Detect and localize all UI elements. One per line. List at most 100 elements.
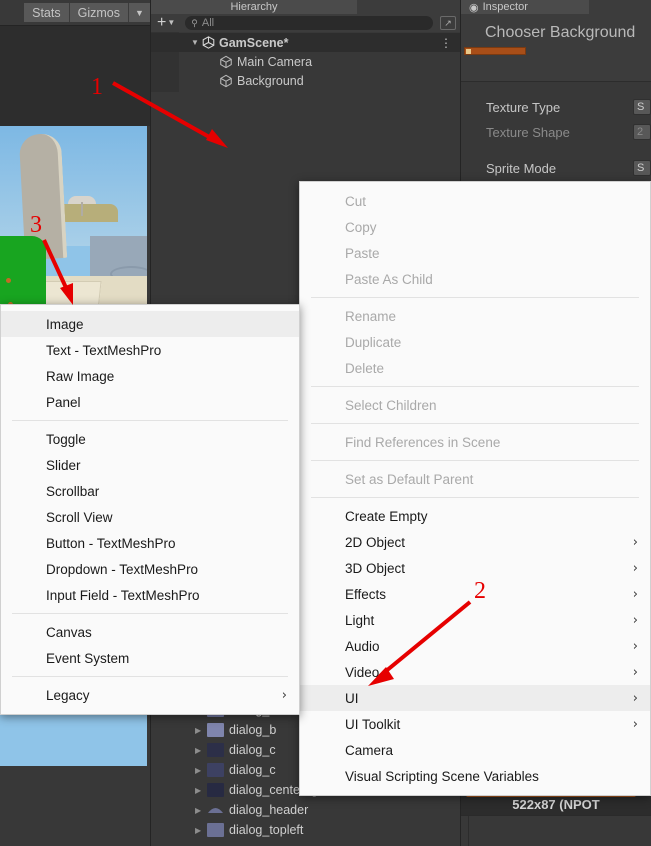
- chevron-right-icon[interactable]: ▶: [195, 806, 207, 815]
- menu-item-text-textmeshpro[interactable]: Text - TextMeshPro: [1, 337, 299, 363]
- tab-hierarchy[interactable]: Hierarchy: [151, 0, 357, 14]
- annotation-marker-2: 2: [474, 578, 486, 604]
- hierarchy-row-main-camera[interactable]: Main Camera: [151, 52, 460, 71]
- menu-item-scrollbar[interactable]: Scrollbar: [1, 478, 299, 504]
- menu-item-dropdown-textmeshpro[interactable]: Dropdown - TextMeshPro: [1, 556, 299, 582]
- menu-item-audio[interactable]: Audio ›: [300, 633, 650, 659]
- menu-item-label: Input Field - TextMeshPro: [46, 587, 200, 603]
- menu-item-duplicate[interactable]: Duplicate: [300, 329, 650, 355]
- chevron-right-icon: ›: [632, 690, 638, 706]
- popout-icon[interactable]: ↗: [440, 16, 456, 30]
- inspector-label: Texture Type: [486, 99, 561, 115]
- menu-item-button-textmeshpro[interactable]: Button - TextMeshPro: [1, 530, 299, 556]
- menu-item-rename[interactable]: Rename: [300, 303, 650, 329]
- inspector-row-texture-type[interactable]: Texture Type S: [461, 96, 651, 118]
- list-item-label: dialog_c: [229, 743, 276, 757]
- inspector-row-texture-shape: Texture Shape 2: [461, 121, 651, 143]
- hierarchy-row-label: Main Camera: [237, 54, 313, 69]
- sprite-asset-icon: [207, 743, 224, 757]
- texture-shape-dropdown: 2: [633, 124, 651, 140]
- chevron-right-icon[interactable]: ▶: [195, 766, 207, 775]
- menu-item-label: Copy: [345, 219, 377, 235]
- chevron-right-icon[interactable]: ▶: [195, 826, 207, 835]
- menu-item-delete[interactable]: Delete: [300, 355, 650, 381]
- hierarchy-row-gamscene[interactable]: ▼ GamScene* ⋮: [151, 33, 460, 52]
- menu-item-2d-object[interactable]: 2D Object ›: [300, 529, 650, 555]
- menu-item-legacy[interactable]: Legacy ›: [1, 682, 299, 708]
- menu-item-canvas[interactable]: Canvas: [1, 619, 299, 645]
- sprite-mode-dropdown[interactable]: S: [633, 160, 651, 176]
- chevron-down-icon[interactable]: ▼: [189, 38, 201, 47]
- stats-button[interactable]: Stats: [24, 3, 70, 22]
- menu-item-label: Button - TextMeshPro: [46, 535, 176, 551]
- list-item[interactable]: ▶ dialog_topleft: [151, 820, 461, 840]
- kebab-menu-icon[interactable]: ⋮: [440, 36, 452, 50]
- menu-item-paste-as-child[interactable]: Paste As Child: [300, 266, 650, 292]
- menu-item-copy[interactable]: Copy: [300, 214, 650, 240]
- texture-type-dropdown[interactable]: S: [633, 99, 651, 115]
- menu-item-label: Select Children: [345, 397, 437, 413]
- hierarchy-context-menu: Cut Copy Paste Paste As Child Rename Dup…: [299, 181, 651, 796]
- unity-scene-icon: [201, 36, 215, 50]
- menu-item-slider[interactable]: Slider: [1, 452, 299, 478]
- chevron-right-icon: ›: [632, 612, 638, 628]
- menu-item-cut[interactable]: Cut: [300, 188, 650, 214]
- menu-item-scroll-view[interactable]: Scroll View: [1, 504, 299, 530]
- list-item[interactable]: ▶ dialog_header: [151, 800, 461, 820]
- menu-item-camera[interactable]: Camera: [300, 737, 650, 763]
- list-item-label: dialog_b: [229, 723, 277, 737]
- chevron-right-icon[interactable]: ▶: [195, 726, 207, 735]
- chevron-right-icon[interactable]: ▶: [195, 746, 207, 755]
- menu-item-image[interactable]: Image: [1, 311, 299, 337]
- search-input[interactable]: All: [202, 17, 214, 29]
- annotation-marker-3: 3: [30, 212, 42, 238]
- sprite-asset-icon: [207, 783, 224, 797]
- menu-item-set-as-default-parent[interactable]: Set as Default Parent: [300, 466, 650, 492]
- chevron-down-icon[interactable]: ▼: [128, 3, 150, 22]
- menu-item-ui[interactable]: UI ›: [300, 685, 650, 711]
- menu-item-ui-toolkit[interactable]: UI Toolkit ›: [300, 711, 650, 737]
- gameobject-cube-icon: [219, 74, 233, 88]
- chevron-down-icon[interactable]: ▼: [167, 19, 175, 27]
- sprite-asset-icon: [207, 823, 224, 837]
- menu-item-label: Dropdown - TextMeshPro: [46, 561, 199, 577]
- menu-item-label: UI Toolkit: [345, 716, 401, 732]
- menu-item-visual-scripting-scene-variables[interactable]: Visual Scripting Scene Variables: [300, 763, 650, 789]
- menu-item-label: 2D Object: [345, 534, 406, 550]
- menu-item-light[interactable]: Light ›: [300, 607, 650, 633]
- menu-item-input-field-textmeshpro[interactable]: Input Field - TextMeshPro: [1, 582, 299, 608]
- menu-item-toggle[interactable]: Toggle: [1, 426, 299, 452]
- chevron-right-icon: ›: [632, 560, 638, 576]
- menu-item-label: 3D Object: [345, 560, 406, 576]
- menu-item-raw-image[interactable]: Raw Image: [1, 363, 299, 389]
- menu-item-label: Paste As Child: [345, 271, 433, 287]
- menu-item-paste[interactable]: Paste: [300, 240, 650, 266]
- menu-item-select-children[interactable]: Select Children: [300, 392, 650, 418]
- plus-icon: +: [157, 14, 167, 31]
- chevron-right-icon: ›: [632, 664, 638, 680]
- menu-separator: [12, 613, 288, 614]
- list-item-label: dialog_header: [229, 803, 309, 817]
- chevron-right-icon[interactable]: ▶: [195, 786, 207, 795]
- inspector-row-sprite-mode[interactable]: Sprite Mode S: [461, 157, 651, 179]
- inspector-icon: ◉: [469, 1, 479, 14]
- hierarchy-row-background[interactable]: Background: [151, 71, 460, 90]
- hierarchy-search-field[interactable]: ⚲ All: [185, 16, 433, 30]
- add-gameobject-button[interactable]: + ▼: [155, 15, 177, 31]
- list-item-label: dialog_topleft: [229, 823, 304, 837]
- menu-separator: [12, 676, 288, 677]
- menu-item-find-references-in-scene[interactable]: Find References in Scene: [300, 429, 650, 455]
- inspector-label: Texture Shape: [486, 124, 570, 140]
- tab-inspector[interactable]: ◉ Inspector: [461, 0, 589, 14]
- menu-item-video[interactable]: Video ›: [300, 659, 650, 685]
- chevron-right-icon: ›: [632, 586, 638, 602]
- menu-item-label: Canvas: [46, 624, 92, 640]
- gameobject-cube-icon: [219, 55, 233, 69]
- menu-item-label: Raw Image: [46, 368, 115, 384]
- menu-item-create-empty[interactable]: Create Empty: [300, 503, 650, 529]
- menu-item-panel[interactable]: Panel: [1, 389, 299, 415]
- gizmos-button[interactable]: Gizmos: [69, 3, 128, 22]
- ui-submenu: Image Text - TextMeshPro Raw Image Panel…: [0, 304, 300, 715]
- menu-item-event-system[interactable]: Event System: [1, 645, 299, 671]
- inspector-header: Chooser Background: [461, 14, 651, 82]
